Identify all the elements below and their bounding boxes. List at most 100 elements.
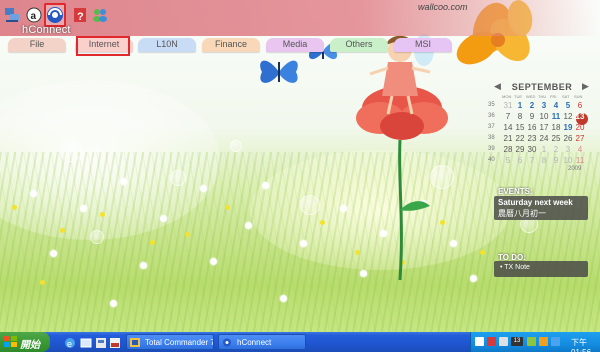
calendar-day[interactable]: 31 bbox=[502, 101, 514, 112]
calendar-day[interactable]: 6 bbox=[574, 101, 586, 112]
task-label: Total Commander 7.0... bbox=[145, 338, 213, 347]
calendar-day[interactable]: 10 bbox=[538, 112, 550, 123]
tab-finance[interactable]: Finance bbox=[202, 38, 260, 52]
fairy-on-flower-illustration bbox=[356, 34, 448, 281]
events-panel: Saturday next week 農曆八月初一 bbox=[494, 196, 588, 220]
calendar-day[interactable]: 2 bbox=[550, 145, 562, 156]
calendar-day[interactable]: 11 bbox=[550, 112, 562, 123]
daisy-flower bbox=[50, 250, 57, 257]
start-button[interactable]: 開始 bbox=[0, 332, 50, 352]
language-icon[interactable] bbox=[475, 337, 484, 346]
calendar-day[interactable]: 6 bbox=[514, 156, 526, 167]
calendar-badge-icon[interactable]: 13 bbox=[511, 337, 523, 346]
bubble bbox=[170, 170, 186, 186]
calendar-day[interactable]: 2 bbox=[526, 101, 538, 112]
daisy-flower bbox=[262, 182, 269, 189]
calendar-day[interactable]: 21 bbox=[502, 134, 514, 145]
calendar-day[interactable]: 23 bbox=[526, 134, 538, 145]
calendar-day[interactable]: 5 bbox=[502, 156, 514, 167]
task-button-total-commander[interactable]: Total Commander 7.0... bbox=[126, 334, 214, 350]
calendar-day[interactable]: 30 bbox=[526, 145, 538, 156]
bubble bbox=[90, 230, 104, 244]
task-button-hconnect[interactable]: hConnect bbox=[218, 334, 306, 350]
calendar-day[interactable]: 16 bbox=[526, 123, 538, 134]
calendar-day[interactable]: 22 bbox=[514, 134, 526, 145]
week-number: 37 bbox=[488, 124, 495, 130]
yellow-flower bbox=[185, 232, 190, 237]
calendar-day[interactable]: 5 bbox=[562, 101, 574, 112]
calendar-day[interactable]: 20 bbox=[574, 123, 586, 134]
calendar-weekday-header: MON TUE WED THU FRI SAT SUN bbox=[502, 94, 586, 99]
system-tray: 13 下午 01:56 bbox=[470, 332, 600, 352]
calendar-day[interactable]: 1 bbox=[538, 145, 550, 156]
week-number: 38 bbox=[488, 135, 495, 141]
help-icon[interactable] bbox=[487, 337, 496, 346]
calendar-day[interactable]: 28 bbox=[502, 145, 514, 156]
messenger-icon[interactable] bbox=[551, 337, 560, 346]
todo-item[interactable]: • TX Note bbox=[500, 264, 530, 271]
calendar-day[interactable]: 9 bbox=[550, 156, 562, 167]
task-label: hConnect bbox=[237, 338, 272, 347]
tab-file[interactable]: File bbox=[8, 38, 66, 52]
event-item[interactable]: Saturday next week bbox=[498, 198, 573, 207]
yellow-flower bbox=[100, 212, 105, 217]
todo-panel: • TX Note bbox=[494, 261, 588, 277]
tray-badge-text: 13 bbox=[513, 338, 521, 344]
network-icon[interactable] bbox=[527, 337, 536, 346]
amazon-icon[interactable]: a bbox=[26, 6, 42, 24]
calendar-year: 2009 bbox=[568, 166, 582, 172]
calendar-day[interactable]: 17 bbox=[538, 123, 550, 134]
week-number: 36 bbox=[488, 113, 495, 119]
calendar-day[interactable]: 13 bbox=[574, 112, 586, 123]
calendar-prev-button[interactable]: ◀ bbox=[494, 81, 501, 92]
ie-quicklaunch-icon[interactable]: e bbox=[64, 336, 76, 349]
tab-label: L10N bbox=[156, 39, 178, 49]
volume-icon[interactable] bbox=[499, 337, 508, 346]
tab-others[interactable]: Others bbox=[330, 38, 388, 52]
antivirus-icon[interactable] bbox=[539, 337, 548, 346]
desktop-quicklaunch-icon[interactable] bbox=[80, 336, 92, 348]
msn-people-icon[interactable] bbox=[92, 6, 108, 24]
tab-media[interactable]: Media bbox=[266, 38, 324, 52]
bubble bbox=[60, 140, 82, 162]
tab-l10n[interactable]: L10N bbox=[138, 38, 196, 52]
calendar-day[interactable]: 27 bbox=[574, 134, 586, 145]
calendar-day[interactable]: 26 bbox=[562, 134, 574, 145]
calendar-day[interactable]: 3 bbox=[562, 145, 574, 156]
calendar-day[interactable]: 9 bbox=[526, 112, 538, 123]
tab-label: Media bbox=[282, 39, 308, 49]
daisy-flower bbox=[160, 215, 167, 222]
yellow-flower bbox=[320, 220, 325, 225]
svg-text:?: ? bbox=[77, 11, 84, 23]
calendar-day[interactable]: 15 bbox=[514, 123, 526, 134]
calendar-day[interactable]: 24 bbox=[538, 134, 550, 145]
app-quicklaunch-icon[interactable] bbox=[95, 336, 107, 348]
calendar-day[interactable]: 14 bbox=[502, 123, 514, 134]
help-icon[interactable]: ? bbox=[72, 6, 88, 24]
calendar-day[interactable]: 8 bbox=[514, 112, 526, 123]
calendar-day[interactable]: 25 bbox=[550, 134, 562, 145]
calendar-day[interactable]: 1 bbox=[514, 101, 526, 112]
calendar-next-button[interactable]: ▶ bbox=[582, 81, 589, 92]
daisy-flower bbox=[210, 258, 217, 265]
weekday-label: FRI bbox=[550, 94, 557, 99]
events-title: EVENTS: bbox=[498, 187, 533, 196]
calendar-day[interactable]: 7 bbox=[526, 156, 538, 167]
taskbar-clock[interactable]: 下午 01:56 bbox=[571, 337, 600, 352]
app-quicklaunch-icon[interactable] bbox=[109, 336, 121, 348]
network-icon[interactable] bbox=[4, 6, 20, 24]
calendar-day[interactable]: 4 bbox=[574, 145, 586, 156]
watermark-text: wallcoo.com bbox=[418, 2, 468, 12]
calendar-day[interactable]: 8 bbox=[538, 156, 550, 167]
calendar-day[interactable]: 3 bbox=[538, 101, 550, 112]
yellow-flower bbox=[40, 280, 45, 285]
calendar-month: SEPTEMBER bbox=[511, 82, 573, 92]
calendar-day[interactable]: 19 bbox=[562, 123, 574, 134]
week-number: 39 bbox=[488, 146, 495, 152]
calendar-day[interactable]: 12 bbox=[562, 112, 574, 123]
calendar-day[interactable]: 18 bbox=[550, 123, 562, 134]
calendar-day[interactable]: 4 bbox=[550, 101, 562, 112]
tab-msi[interactable]: MSI bbox=[394, 38, 452, 52]
calendar-day[interactable]: 7 bbox=[502, 112, 514, 123]
calendar-day[interactable]: 29 bbox=[514, 145, 526, 156]
